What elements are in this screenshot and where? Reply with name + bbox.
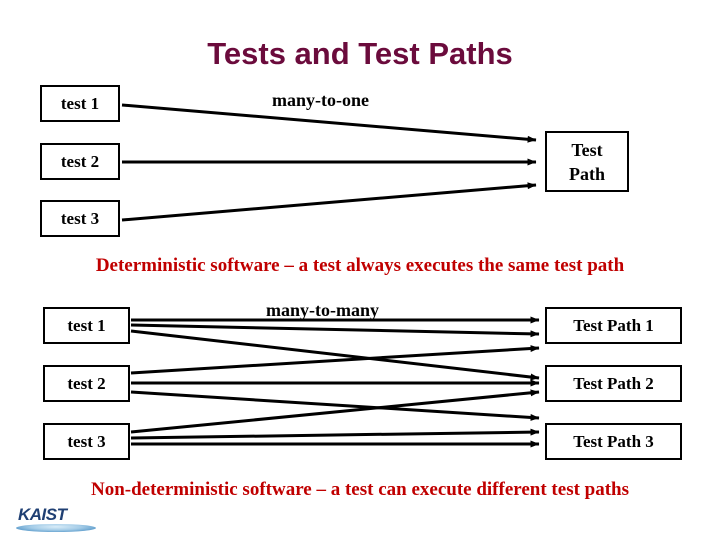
top-test-box-3-label: test 3 (60, 208, 100, 228)
bottom-test-box-3[interactable]: test 3 (43, 423, 130, 460)
top-test-path-box-line2: Path (569, 163, 605, 184)
bottom-test-box-2[interactable]: test 2 (43, 365, 130, 402)
bottom-test-path-box-2[interactable]: Test Path 2 (545, 365, 682, 402)
bottom-test-path-box-1-label: Test Path 1 (573, 315, 654, 335)
kaist-swoosh-icon (16, 524, 96, 532)
top-test-box-3[interactable]: test 3 (40, 200, 120, 237)
top-test-path-box-line1: Test (571, 139, 603, 160)
bottom-test-path-box-3-label: Test Path 3 (573, 431, 654, 451)
kaist-logo: KAIST (16, 505, 100, 535)
deterministic-caption: Deterministic software – a test always e… (95, 255, 625, 276)
bottom-test-box-1-label: test 1 (67, 315, 106, 335)
bottom-test-box-3-label: test 3 (67, 431, 106, 451)
top-test-box-2-label: test 2 (60, 151, 100, 171)
top-test-path-box[interactable]: Test Path (545, 131, 629, 192)
slide-canvas: Tests and Test Paths test 1 test 2 test … (0, 0, 720, 540)
kaist-wordmark: KAIST (18, 505, 67, 524)
top-test-box-2[interactable]: test 2 (40, 143, 120, 180)
bottom-test-path-box-1[interactable]: Test Path 1 (545, 307, 682, 344)
bottom-test-path-box-3[interactable]: Test Path 3 (545, 423, 682, 460)
page-title: Tests and Test Paths (207, 36, 513, 71)
bottom-test-box-1[interactable]: test 1 (43, 307, 130, 344)
top-mapping-label: many-to-one (272, 90, 369, 110)
bottom-mapping-label: many-to-many (266, 300, 379, 320)
top-test-box-1-label: test 1 (60, 93, 100, 113)
bottom-test-box-2-label: test 2 (67, 373, 106, 393)
bottom-test-path-box-2-label: Test Path 2 (573, 373, 654, 393)
top-test-box-1[interactable]: test 1 (40, 85, 120, 122)
non-deterministic-caption: Non-deterministic software – a test can … (90, 479, 630, 500)
